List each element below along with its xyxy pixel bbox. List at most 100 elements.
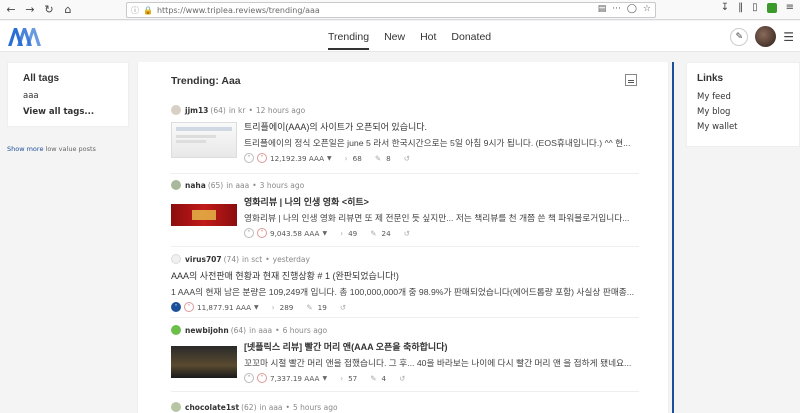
- tags-title: All tags: [23, 73, 60, 84]
- post-excerpt[interactable]: 꼬꼬마 시절 빨간 머리 앤을 접했습니다. 그 후... 40을 바라보는 나…: [244, 356, 639, 369]
- info-icon: ⓘ: [131, 5, 139, 15]
- post-author[interactable]: naha: [185, 181, 206, 190]
- post-item[interactable]: jjm13 (64) in kr • 12 hours ago 트리플에이(AA…: [171, 104, 641, 163]
- comment-count[interactable]: 4: [382, 374, 387, 383]
- downvote-icon[interactable]: ˅: [257, 228, 267, 238]
- author-avatar[interactable]: [171, 254, 181, 264]
- upvote-icon[interactable]: ˄: [171, 302, 181, 312]
- post-author[interactable]: newbijohn: [185, 326, 229, 335]
- pencil-icon[interactable]: ✎: [730, 27, 749, 46]
- comment-count[interactable]: 8: [386, 154, 391, 163]
- author-avatar[interactable]: [171, 105, 181, 115]
- voters-icon: ›: [271, 302, 275, 312]
- sidebar-icon[interactable]: ▯: [752, 2, 758, 13]
- author-avatar[interactable]: [171, 325, 181, 335]
- my-blog-link[interactable]: My blog: [697, 107, 789, 117]
- payout-value[interactable]: 11,877.91 AAA: [197, 303, 251, 312]
- upvote-icon[interactable]: ˄: [244, 228, 254, 238]
- reload-icon[interactable]: ↻: [41, 2, 57, 18]
- payout-value[interactable]: 9,043.58 AAA: [270, 229, 319, 238]
- comment-count[interactable]: 24: [382, 229, 391, 238]
- post-thumbnail[interactable]: [171, 122, 237, 158]
- tags-card: All tags aaa View all tags...: [7, 62, 129, 127]
- post-excerpt[interactable]: 영화리뷰 | 나의 인생 영화 리뷰면 또 제 전문인 듯 싶지만... 저는 …: [244, 211, 639, 224]
- tab-donated[interactable]: Donated: [451, 31, 491, 50]
- logo-icon[interactable]: [8, 28, 42, 49]
- post-item[interactable]: naha (65) in aaa • 3 hours ago 영화리뷰 | 나의…: [171, 179, 641, 238]
- comment-count[interactable]: 19: [318, 303, 327, 312]
- post-author[interactable]: chocolate1st: [185, 403, 239, 412]
- payout-value[interactable]: 7,337.19 AAA: [270, 374, 319, 383]
- post-title[interactable]: 영화리뷰 | 나의 인생 영화 <히트>: [244, 195, 639, 208]
- post-title[interactable]: [넷플릭스 리뷰] 빨간 머리 앤(AAA 오픈을 축하합니다): [244, 340, 639, 353]
- bookmark-star-icon[interactable]: ☆: [643, 4, 651, 14]
- download-icon[interactable]: ↧: [721, 2, 729, 13]
- chevron-down-icon[interactable]: ▼: [327, 155, 332, 162]
- post-author[interactable]: virus707: [185, 255, 222, 264]
- reader-icon[interactable]: ▤: [598, 4, 607, 14]
- links-card: Links My feed My blog My wallet: [686, 62, 800, 147]
- chevron-down-icon[interactable]: ▼: [322, 375, 327, 382]
- downvote-icon[interactable]: ˅: [257, 153, 267, 163]
- divider: [171, 391, 639, 392]
- downvote-icon[interactable]: ˅: [184, 302, 194, 312]
- view-all-tags-link[interactable]: View all tags...: [23, 107, 113, 117]
- vote-count[interactable]: 57: [348, 374, 357, 383]
- chevron-down-icon[interactable]: ▼: [322, 230, 327, 237]
- comments-icon: ✎: [370, 373, 377, 383]
- extension-icon[interactable]: [766, 2, 777, 13]
- downvote-icon[interactable]: ˅: [257, 373, 267, 383]
- post-title[interactable]: 트리플에이(AAA)의 사이트가 오픈되어 있습니다.: [244, 120, 639, 133]
- post-item[interactable]: newbijohn (64) in aaa • 6 hours ago [넷플릭…: [171, 324, 641, 383]
- tab-new[interactable]: New: [384, 31, 405, 50]
- post-item[interactable]: chocolate1st (62) in aaa • 5 hours ago: [171, 401, 641, 413]
- tag-aaa[interactable]: aaa: [23, 91, 113, 101]
- vote-count[interactable]: 49: [348, 229, 357, 238]
- reblog-icon[interactable]: ↺: [399, 374, 405, 383]
- post-author[interactable]: jjm13: [185, 106, 208, 115]
- reblog-icon[interactable]: ↺: [404, 229, 410, 238]
- more-actions-icon[interactable]: ···: [612, 4, 621, 14]
- reblog-icon[interactable]: ↺: [404, 154, 410, 163]
- home-icon[interactable]: ⌂: [60, 2, 76, 18]
- chevron-down-icon[interactable]: ▼: [254, 304, 259, 311]
- browser-menu-icon[interactable]: ≡: [786, 2, 794, 13]
- hamburger-menu-icon[interactable]: ☰: [783, 30, 794, 44]
- tab-hot[interactable]: Hot: [420, 31, 436, 50]
- pocket-icon[interactable]: ◯: [627, 4, 637, 14]
- links-title: Links: [697, 73, 724, 84]
- divider: [171, 317, 639, 318]
- my-wallet-link[interactable]: My wallet: [697, 122, 789, 132]
- payout-value[interactable]: 12,192.39 AAA: [270, 154, 324, 163]
- post-feed: Trending: Aaa jjm13 (64) in kr • 12 hour…: [137, 62, 669, 413]
- post-title[interactable]: AAA의 사전판매 현황과 현재 진행상황 # 1 (완판되었습니다!): [171, 269, 639, 282]
- tab-trending[interactable]: Trending: [328, 31, 370, 50]
- upvote-icon[interactable]: ˄: [244, 373, 254, 383]
- post-excerpt[interactable]: 트리플에이의 정식 오픈일은 june 5 라서 한국시간으로는 5일 아침 9…: [244, 136, 639, 149]
- comments-icon: ✎: [370, 228, 377, 238]
- feed-title: Trending: Aaa: [171, 75, 241, 87]
- layout-toggle-icon[interactable]: [625, 74, 637, 86]
- app-header: Trending New Hot Donated ✎ ☰: [0, 21, 800, 52]
- main-nav: Trending New Hot Donated: [328, 31, 491, 50]
- upvote-icon[interactable]: ˄: [244, 153, 254, 163]
- url-bar[interactable]: ⓘ 🔒 https://www.triplea.reviews/trending…: [126, 2, 656, 18]
- post-excerpt[interactable]: 1 AAA의 현재 남은 분량은 109,249개 입니다. 총 100,000…: [171, 285, 639, 298]
- show-more-link[interactable]: Show more: [7, 145, 43, 153]
- back-icon[interactable]: ←: [3, 2, 19, 18]
- url-text: https://www.triplea.reviews/trending/aaa: [156, 5, 320, 15]
- accent-strip: [672, 62, 674, 413]
- author-avatar[interactable]: [171, 402, 181, 412]
- forward-icon[interactable]: →: [22, 2, 38, 18]
- divider: [171, 173, 639, 174]
- post-thumbnail[interactable]: [171, 204, 237, 226]
- author-avatar[interactable]: [171, 180, 181, 190]
- post-thumbnail[interactable]: [171, 346, 237, 378]
- reblog-icon[interactable]: ↺: [340, 303, 346, 312]
- library-icon[interactable]: ‖: [738, 2, 743, 13]
- my-feed-link[interactable]: My feed: [697, 92, 789, 102]
- post-item[interactable]: virus707 (74) in sct • yesterday AAA의 사전…: [171, 253, 641, 312]
- vote-count[interactable]: 68: [353, 154, 362, 163]
- avatar[interactable]: [755, 26, 777, 47]
- vote-count[interactable]: 289: [280, 303, 294, 312]
